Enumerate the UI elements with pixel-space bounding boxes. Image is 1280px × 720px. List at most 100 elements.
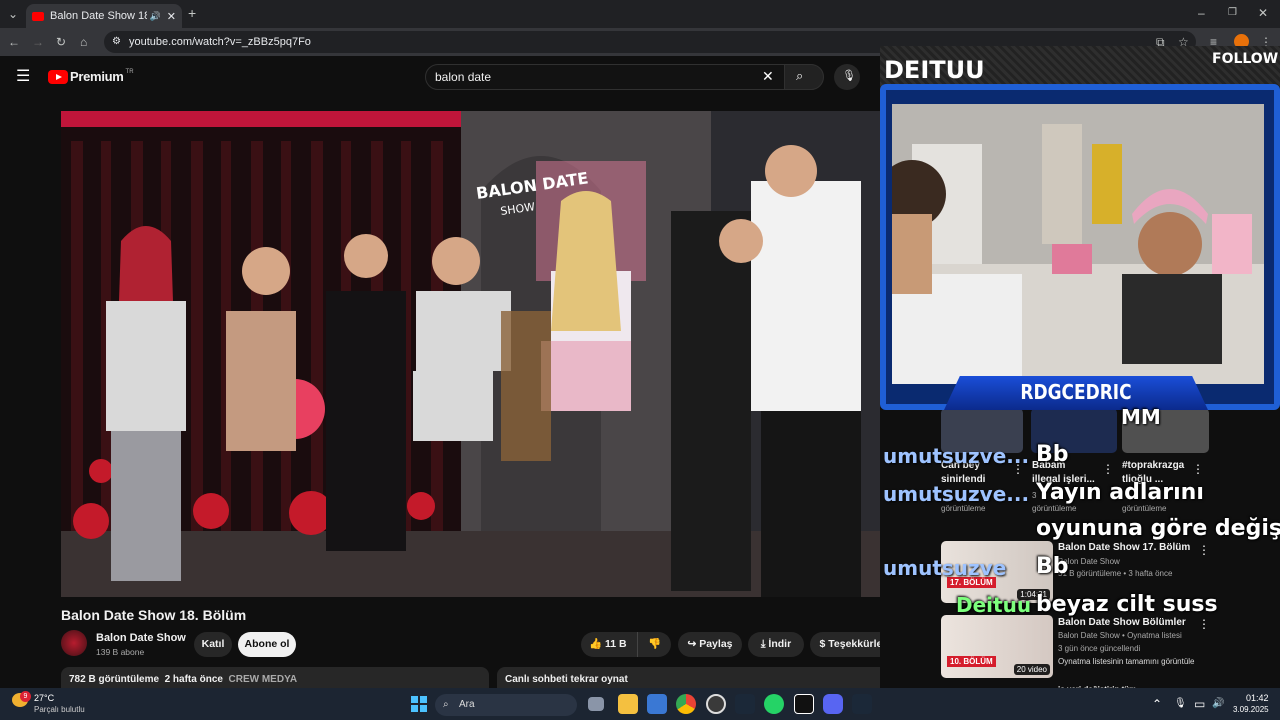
tray-chevron-icon[interactable]: ⌃ <box>1152 697 1162 711</box>
playlist-episode-badge: 10. BÖLÜM <box>947 656 996 667</box>
chat-user-2: umutsuzve... <box>883 482 1030 506</box>
dislike-button[interactable]: 👎 <box>637 632 671 657</box>
brand-tag: CREW MEDYA <box>228 674 298 685</box>
discord-icon[interactable] <box>823 694 843 714</box>
youtube-play-icon <box>48 69 68 84</box>
youtube-favicon <box>32 11 44 21</box>
capcut-icon[interactable] <box>794 694 814 714</box>
like-count: 11 B <box>605 638 627 650</box>
follow-label: FOLLOW <box>1212 51 1279 67</box>
site-info-icon[interactable]: ⚙ <box>112 31 121 53</box>
rec-more-icon-2[interactable]: ⋮ <box>1102 462 1114 476</box>
hamburger-menu-icon[interactable]: ☰ <box>16 69 30 85</box>
chat-msg-2: Yayın adlarını <box>1036 480 1204 505</box>
taskbar-search-icon: ⌕ <box>443 699 449 710</box>
view-count: 782 B görüntüleme <box>69 674 160 685</box>
live-chat-replay[interactable]: Canlı sohbeti tekrar oynat <box>497 667 926 688</box>
rec-more-icon-5[interactable]: ⋮ <box>1198 617 1210 631</box>
task-view-icon[interactable] <box>588 697 604 711</box>
chat-user-5: Deituu <box>956 593 1032 617</box>
subscribe-button[interactable]: Abone ol <box>238 632 296 657</box>
weather-temp[interactable]: 27°C <box>34 693 54 703</box>
clock-time[interactable]: 01:42 <box>1246 693 1269 703</box>
forward-icon[interactable]: → <box>32 35 44 49</box>
share-button[interactable]: ↪ Paylaş <box>678 632 742 657</box>
new-tab-icon[interactable]: + <box>188 6 196 20</box>
reload-icon[interactable]: ↻ <box>56 35 66 49</box>
rec-channel-playlist[interactable]: Balon Date Show • Oynatma listesi <box>1058 630 1182 642</box>
rec-title-3a[interactable]: #toprakrazga <box>1122 459 1184 472</box>
youtube-logo[interactable]: Premium TR <box>48 69 134 84</box>
logo-text: Premium <box>70 69 124 84</box>
share-icon: ↪ <box>687 638 700 650</box>
start-windows-icon[interactable] <box>411 696 427 712</box>
chat-msg-5: beyaz cilt suss <box>1036 592 1218 617</box>
subscriber-count: 139 B abone <box>96 647 145 657</box>
rec-title-playlist[interactable]: Balon Date Show Bölümler <box>1058 616 1186 629</box>
thumbs-up-icon: 👍 <box>589 638 603 650</box>
obs-icon[interactable] <box>706 694 726 714</box>
rec-title-episode-17[interactable]: Balon Date Show 17. Bölüm <box>1058 541 1190 554</box>
video-frame: BALON DATE SHOW <box>61 111 880 597</box>
channel-avatar[interactable] <box>61 630 87 656</box>
audio-icon[interactable]: 🔊 <box>150 11 161 22</box>
tab-search-icon[interactable]: ⌄ <box>6 7 20 21</box>
thanks-label: Teşekkürler <box>828 638 887 650</box>
steam-icon-2[interactable] <box>852 694 872 714</box>
like-button[interactable]: 👍 11 B <box>581 632 637 657</box>
whatsapp-icon[interactable] <box>764 694 784 714</box>
clock-date[interactable]: 3.09.2025 <box>1233 705 1269 714</box>
volume-tray-icon[interactable]: 🔊 <box>1212 697 1224 711</box>
file-explorer-icon[interactable] <box>618 694 638 714</box>
join-button[interactable]: Katıl <box>194 632 232 657</box>
download-button[interactable]: ⤓ İndir <box>748 632 804 657</box>
description-box[interactable]: 782 B görüntüleme 2 hafta önce CREW MEDY… <box>61 667 489 688</box>
chat-user-4: umutsuzve <box>883 556 1007 580</box>
chat-msg-6: MM <box>1121 405 1161 429</box>
download-label: İndir <box>768 638 792 650</box>
rec-view-full-playlist[interactable]: Oynatma listesinin tamamını görüntüle <box>1058 656 1195 668</box>
restore-icon[interactable]: ❐ <box>1228 6 1237 20</box>
chat-user-1: umutsuzve... <box>883 444 1030 468</box>
channel-name[interactable]: Balon Date Show <box>96 632 186 644</box>
chrome-icon[interactable] <box>676 694 696 714</box>
windows-taskbar <box>0 688 1280 720</box>
store-icon[interactable] <box>647 694 667 714</box>
minimize-icon[interactable]: – <box>1198 6 1205 20</box>
tab-close-icon[interactable]: ✕ <box>167 10 176 23</box>
video-title: Balon Date Show 18. Bölüm <box>61 607 247 623</box>
taskbar-search-text: Ara <box>459 699 475 710</box>
weather-badge: 9 <box>20 691 31 702</box>
rec-thumbnail-playlist[interactable]: 10. BÖLÜM 20 video <box>941 615 1053 678</box>
search-text: balon date <box>435 70 492 84</box>
browser-tab-strip: ⌄ Balon Date Show 18. Bölüm 🔊 ✕ + – ❐ ✕ <box>0 0 1280 28</box>
mic-tray-icon[interactable]: 🎙 <box>1174 697 1187 711</box>
home-icon[interactable]: ⌂ <box>80 35 87 49</box>
microphone-icon: 🎙 <box>842 70 856 82</box>
upload-age: 2 hafta önce <box>164 674 223 685</box>
thanks-icon: $ <box>819 638 829 650</box>
share-label: Paylaş <box>699 638 733 650</box>
tab-title: Balon Date Show 18. Bölüm <box>50 10 147 22</box>
rec-stats-episode-17: 51 B görüntüleme • 3 hafta önce <box>1058 569 1173 578</box>
rec-more-icon-4[interactable]: ⋮ <box>1198 543 1210 557</box>
rec-updated-playlist: 3 gün önce güncellendi <box>1058 644 1141 653</box>
browser-tab[interactable]: Balon Date Show 18. Bölüm 🔊 ✕ <box>26 4 182 28</box>
streamer-name: DEITUU <box>884 56 985 84</box>
rec-more-icon-3[interactable]: ⋮ <box>1192 462 1204 476</box>
taskbar-search[interactable]: ⌕ Ara <box>435 694 577 716</box>
webcam-feed <box>892 104 1264 384</box>
back-icon[interactable]: ← <box>8 35 20 49</box>
steam-icon[interactable] <box>735 694 755 714</box>
voice-search-button[interactable]: 🎙 <box>834 64 860 90</box>
live-chat-label: Canlı sohbeti tekrar oynat <box>505 674 628 685</box>
display-tray-icon[interactable]: ▭ <box>1194 697 1205 711</box>
clear-search-icon[interactable]: ✕ <box>762 69 774 83</box>
close-window-icon[interactable]: ✕ <box>1258 6 1268 20</box>
playlist-count: 20 video <box>1013 664 1050 675</box>
video-player[interactable]: BALON DATE SHOW <box>61 111 880 597</box>
chat-msg-1: Bb <box>1036 442 1069 467</box>
url-text: youtube.com/watch?v=_zBBz5pq7Fo <box>129 36 311 48</box>
region-code: TR <box>125 68 134 75</box>
search-button[interactable]: ⌕ <box>784 64 824 90</box>
